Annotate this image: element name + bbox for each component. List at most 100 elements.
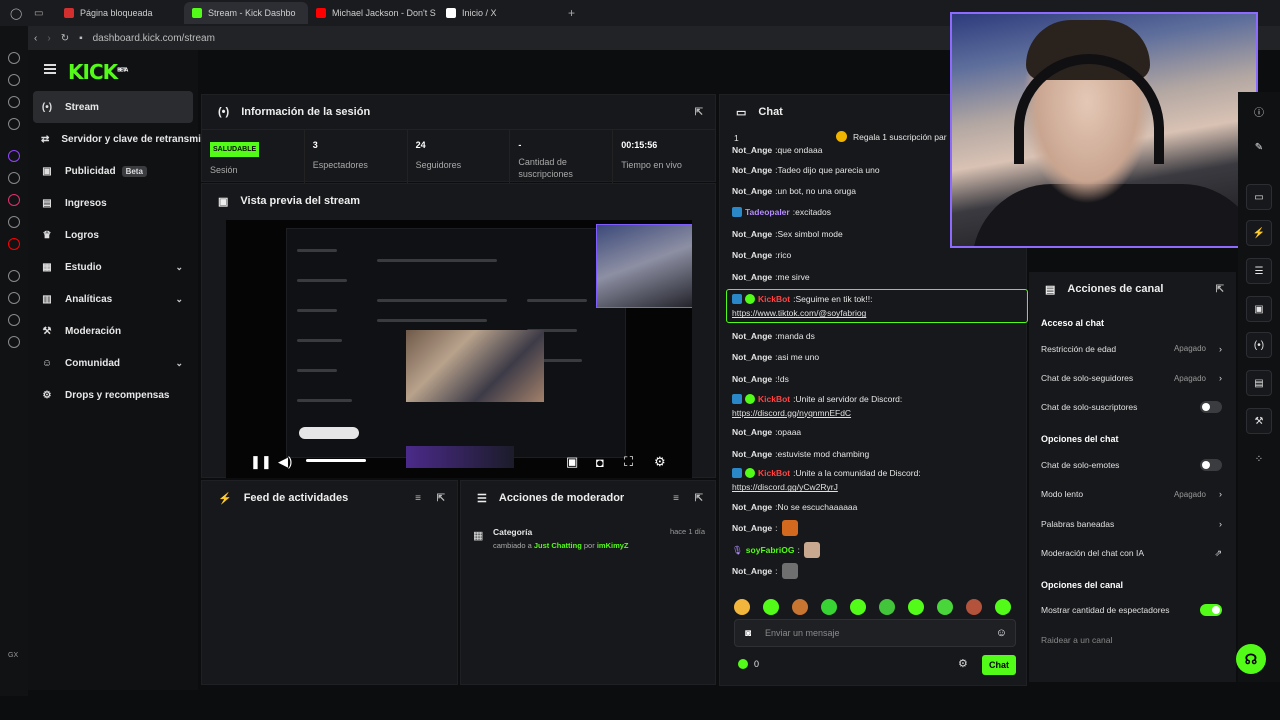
chat-user[interactable]: Not_Ange xyxy=(732,144,772,156)
chat-user[interactable]: Not_Ange xyxy=(732,351,772,363)
user-link[interactable]: imKimyZ xyxy=(597,541,629,550)
emote-icon[interactable] xyxy=(850,599,866,615)
chat-link[interactable]: https://discord.gg/yCw2RyrJ xyxy=(732,480,1022,494)
opera-gx-icon[interactable]: ◯ xyxy=(0,7,34,20)
subscribers-only-toggle[interactable] xyxy=(1200,401,1222,414)
show-viewers-toggle[interactable] xyxy=(1200,604,1222,617)
pause-icon[interactable]: ❚❚ xyxy=(250,454,272,470)
nav-item-studio[interactable]: ▦ Estudio ⌄ xyxy=(33,251,193,283)
news-icon[interactable] xyxy=(8,96,20,108)
instagram-icon[interactable] xyxy=(8,194,20,206)
play-icon[interactable] xyxy=(8,270,20,282)
chat-user[interactable]: Not_Ange xyxy=(732,448,772,460)
bag-icon[interactable] xyxy=(8,74,20,86)
volume-icon[interactable]: ◀) xyxy=(278,454,292,470)
chat-bubble-icon[interactable]: ▣ xyxy=(1246,296,1272,322)
screenshot-icon[interactable]: ◘ xyxy=(596,455,604,470)
info-icon[interactable]: ⓘ xyxy=(1246,98,1272,124)
forward-icon[interactable]: › xyxy=(47,33,50,44)
age-restriction-row[interactable]: Restricción de edad Apagado › xyxy=(1029,334,1236,363)
chat-input[interactable]: ◙ Enviar un mensaje ☺ xyxy=(734,619,1016,647)
chat-user[interactable]: KickBot xyxy=(758,466,790,480)
dots-icon[interactable]: ⁘ xyxy=(1246,446,1272,472)
popout-icon[interactable]: ⇱ xyxy=(437,493,445,504)
nav-item-stream[interactable]: (•) Stream xyxy=(33,91,193,123)
settings-icon[interactable] xyxy=(8,336,20,348)
tab-panel-icon[interactable]: ▭ xyxy=(34,8,56,19)
new-tab-button[interactable]: + xyxy=(568,6,575,20)
extensions-icon[interactable] xyxy=(8,314,20,326)
history-icon[interactable] xyxy=(8,292,20,304)
chat-user[interactable]: soyFabriOG xyxy=(746,544,795,556)
chat-link[interactable]: https://discord.gg/nyqnmnEFdC xyxy=(732,406,1022,420)
slow-mode-row[interactable]: Modo lento Apagado › xyxy=(1029,480,1236,509)
hamburger-menu-icon[interactable] xyxy=(44,64,56,74)
server-icon[interactable]: ▤ xyxy=(1246,370,1272,396)
twitch-icon[interactable] xyxy=(8,150,20,162)
chat-user[interactable]: Not_Ange xyxy=(732,228,772,240)
messenger-icon[interactable] xyxy=(8,118,20,130)
chat-user[interactable]: KickBot xyxy=(758,292,790,306)
chat-user[interactable]: Not_Ange xyxy=(732,565,772,577)
reload-icon[interactable]: ↻ xyxy=(61,33,69,44)
speed-dial-icon[interactable] xyxy=(8,52,20,64)
chat-user[interactable]: Not_Ange xyxy=(732,271,772,283)
emote-icon[interactable] xyxy=(908,599,924,615)
tab-x[interactable]: Inicio / X xyxy=(438,2,562,24)
raid-row[interactable]: Raidear a un canal xyxy=(1029,625,1236,654)
emote-icon[interactable] xyxy=(937,599,953,615)
gear-icon[interactable]: ⚙ xyxy=(654,454,666,470)
chat-user[interactable]: Not_Ange xyxy=(732,373,772,385)
kick-logo[interactable]: KICKBETA xyxy=(68,60,128,84)
tab-blocked[interactable]: Página bloqueada xyxy=(56,2,178,24)
chat-user[interactable]: Not_Ange xyxy=(732,185,772,197)
nav-item-revenue[interactable]: ▤ Ingresos xyxy=(33,187,193,219)
wrench-icon[interactable]: ⚒ xyxy=(1246,408,1272,434)
chat-user[interactable]: Not_Ange xyxy=(732,330,772,342)
fullscreen-icon[interactable]: ⛶ xyxy=(624,454,633,470)
pip-icon[interactable]: ▣ xyxy=(566,454,578,470)
chat-user[interactable]: Not_Ange xyxy=(732,522,772,534)
nav-item-analytics[interactable]: ▥ Analíticas ⌄ xyxy=(33,283,193,315)
volume-slider[interactable] xyxy=(306,459,366,462)
nav-item-ads[interactable]: ▣ Publicidad Beta xyxy=(33,155,193,187)
filter-icon[interactable]: ≡ xyxy=(415,493,421,504)
edit-icon[interactable]: ✎ xyxy=(1246,134,1272,160)
banned-words-row[interactable]: Palabras baneadas › xyxy=(1029,509,1236,538)
chat-user[interactable]: Not_Ange xyxy=(732,249,772,261)
emote-icon[interactable] xyxy=(792,599,808,615)
emote-icon[interactable] xyxy=(763,599,779,615)
nav-item-moderation[interactable]: ⚒ Moderación xyxy=(33,315,193,347)
emote-icon[interactable] xyxy=(879,599,895,615)
nav-item-drops[interactable]: ⚙ Drops y recompensas xyxy=(33,379,193,411)
support-icon[interactable]: ☊ xyxy=(1236,644,1266,674)
chat-view-icon[interactable]: ▭ xyxy=(1246,184,1272,210)
popout-icon[interactable]: ⇱ xyxy=(695,493,703,504)
channel-points[interactable]: 0 xyxy=(738,659,759,669)
followers-only-row[interactable]: Chat de solo-seguidores Apagado › xyxy=(1029,363,1236,392)
popout-icon[interactable]: ⇱ xyxy=(1216,284,1224,295)
popout-icon[interactable]: ⇱ xyxy=(695,107,703,118)
tab-kick-dashboard[interactable]: Stream - Kick Dashbo xyxy=(184,2,308,24)
tab-youtube[interactable]: Michael Jackson - Don't S xyxy=(308,2,438,24)
emote-only-toggle[interactable] xyxy=(1200,458,1222,471)
lightning-icon[interactable]: ⚡ xyxy=(1246,220,1272,246)
url-text[interactable]: dashboard.kick.com/stream xyxy=(93,33,215,44)
emote-icon[interactable] xyxy=(966,599,982,615)
category-link[interactable]: Just Chatting xyxy=(534,541,582,550)
x-sidebar-icon[interactable] xyxy=(8,216,20,228)
chat-user[interactable]: Tadeopaler xyxy=(745,206,790,218)
chat-user[interactable]: Not_Ange xyxy=(732,501,772,513)
filter-icon[interactable]: ≡ xyxy=(673,493,679,504)
chat-link[interactable]: https://www.tiktok.com/@soyfabriog xyxy=(732,306,1022,320)
send-chat-button[interactable]: Chat xyxy=(982,655,1016,675)
back-icon[interactable]: ‹ xyxy=(34,33,37,44)
nav-item-server-key[interactable]: ⇄ Servidor y clave de retransmis xyxy=(33,123,206,155)
nav-item-achievements[interactable]: ♛ Logros xyxy=(33,219,193,251)
stream-preview-video[interactable]: ❚❚ ◀) ▣ ◘ ⛶ ⚙ xyxy=(226,220,692,478)
list-icon[interactable]: ☰ xyxy=(1246,258,1272,284)
chat-user[interactable]: Not_Ange xyxy=(732,426,772,438)
broadcast-icon[interactable]: (•) xyxy=(1246,332,1272,358)
discord-icon[interactable] xyxy=(8,172,20,184)
chat-user[interactable]: Not_Ange xyxy=(732,164,772,176)
